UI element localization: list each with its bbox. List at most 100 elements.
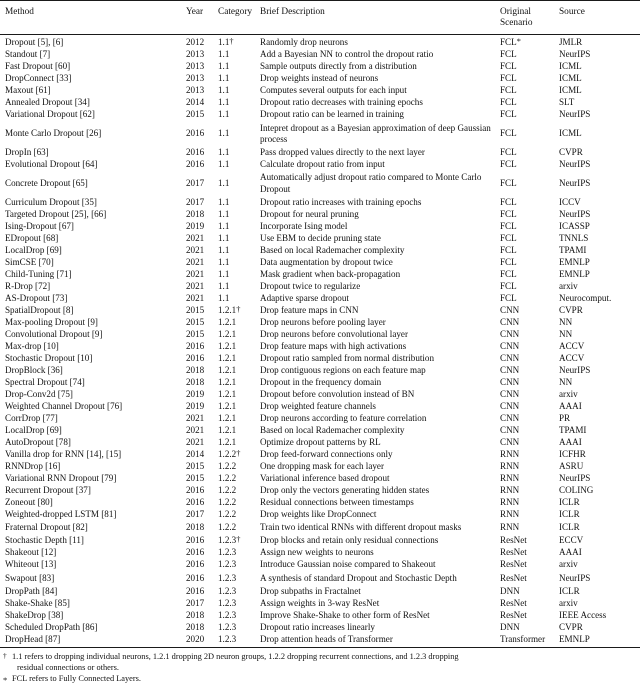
cell-source: ICFHR <box>559 448 586 459</box>
cell-description: Drop neurons before pooling layer <box>260 316 386 327</box>
column-header-method: Method <box>0 0 186 35</box>
cell-year: 2016 <box>186 484 205 495</box>
cell-year: 2017 <box>186 508 205 519</box>
cell-method: DropIn [63] <box>5 147 49 158</box>
cell-source: IEEE Access <box>559 609 607 620</box>
cell-description: Assign weights in 3-way ResNet <box>260 597 380 608</box>
cell-year: 2015 <box>186 316 205 327</box>
cell-description: Drop attention heads of Transformer <box>255 633 498 649</box>
cell-category: 1.1 <box>218 196 230 207</box>
cell-year: 2020 <box>186 633 218 649</box>
cell-category: 1.2.2 <box>218 496 237 507</box>
cell-method: Fraternal Dropout [82] <box>5 522 88 533</box>
cell-source: NN <box>559 376 573 387</box>
cell-scenario: FCL <box>500 292 517 303</box>
cell-description: Dropout twice to regularize <box>260 280 361 291</box>
cell-source: ASRU <box>559 460 584 471</box>
cell-source: NeurIPS <box>559 364 591 375</box>
cell-category: 1.2.1 <box>218 340 237 351</box>
footnote-text: FCL refers to Fully Connected Layers. <box>12 673 141 683</box>
cell-year: 2016 <box>186 147 205 158</box>
dropout-methods-table: Method Year Category Brief Description O… <box>0 0 640 649</box>
cell-year: 2021 <box>186 256 205 267</box>
cell-scenario: FCL <box>500 147 517 158</box>
cell-method: ShakeDrop [38] <box>5 609 64 620</box>
cell-method: Vanilla drop for RNN [14], [15] <box>5 448 122 459</box>
cell-year: 2013 <box>186 85 205 96</box>
cell-year: 2012 <box>186 37 205 48</box>
cell-scenario: FCL <box>500 97 517 108</box>
cell-category: 1.1 <box>218 244 230 255</box>
cell-scenario: CNN <box>500 328 520 339</box>
table-row: Concrete Dropout [65] 2017 1.1 Automaticall… <box>0 171 640 197</box>
cell-scenario: FCL* <box>500 37 521 48</box>
cell-category: 1.1 <box>218 85 230 96</box>
table-header-row: Method Year Category Brief Description O… <box>0 0 640 35</box>
cell-method: Monte Carlo Dropout [26] <box>5 128 102 139</box>
table-row: Stochastic Depth [11] 2016 1.2.3† Drop bloc… <box>0 535 640 547</box>
cell-scenario: CNN <box>500 352 520 363</box>
table-row: RNNDrop [16] 2015 1.2.2 One dropping mask f… <box>0 461 640 473</box>
cell-year: 2018 <box>186 621 205 632</box>
cell-method: Shakeout [12] <box>5 547 57 558</box>
cell-source: EMNLP <box>559 256 590 267</box>
cell-year: 2016 <box>186 585 205 596</box>
table-row: Max-pooling Dropout [9] 2015 1.2.1 Drop neu… <box>0 317 640 329</box>
cell-scenario: RNN <box>500 484 520 495</box>
cell-category: 1.2.3 <box>218 621 237 632</box>
cell-method: CorrDrop [77] <box>5 412 58 423</box>
cell-category: 1.1 <box>218 292 230 303</box>
cell-method: Dropout [5], [6] <box>5 37 64 48</box>
cell-scenario: CNN <box>500 340 520 351</box>
cell-scenario: FCL <box>500 220 517 231</box>
cell-method: Max-drop [10] <box>5 340 59 351</box>
cell-description: Automatically adjust dropout ratio compa… <box>260 172 482 194</box>
cell-scenario: FCL <box>500 280 517 291</box>
cell-source: arxiv <box>559 597 578 608</box>
table-row: Monte Carlo Dropout [26] 2016 1.1 Intepret … <box>0 121 640 147</box>
cell-year: 2016 <box>186 535 205 546</box>
cell-source: arxiv <box>559 559 578 570</box>
cell-method: DropConnect [33] <box>5 73 72 84</box>
cell-description: Dropout ratio increases linearly <box>260 621 375 632</box>
table-row: DropHead [87] 2020 1.2.3 Drop attention hea… <box>0 633 640 649</box>
cell-year: 2016 <box>186 496 205 507</box>
cell-scenario: CNN <box>500 436 520 447</box>
cell-category: 1.2.1 <box>218 364 237 375</box>
cell-method: Weighted Channel Dropout [76] <box>5 400 123 411</box>
cell-year: 2015 <box>186 460 205 471</box>
cell-year: 2018 <box>186 208 205 219</box>
cell-year: 2021 <box>186 280 205 291</box>
cell-scenario: FCL <box>500 128 517 139</box>
cell-year: 2015 <box>186 472 205 483</box>
cell-year: 2016 <box>186 559 205 570</box>
cell-source: ICLR <box>559 496 580 507</box>
cell-method: Fast Dropout [60] <box>5 61 71 72</box>
table-row: Spectral Dropout [74] 2018 1.2.1 Dropout in… <box>0 377 640 389</box>
cell-category: 1.2.3 <box>218 597 237 608</box>
footnote-reference-mark: † <box>236 304 241 314</box>
cell-source: ACCV <box>559 352 585 363</box>
cell-year: 2016 <box>186 572 205 583</box>
table-row: Drop-Conv2d [75] 2019 1.2.1 Dropout before … <box>0 389 640 401</box>
cell-description: Variational inference based dropout <box>260 472 390 483</box>
table-row: Recurrent Dropout [37] 2016 1.2.2 Drop only… <box>0 485 640 497</box>
cell-source: arxiv <box>559 388 578 399</box>
cell-year: 2019 <box>186 220 205 231</box>
table-footnotes: † 1.1 refers to dropping individual neuro… <box>0 648 640 685</box>
cell-method: Annealed Dropout [34] <box>5 97 90 108</box>
table-row: Maxout [61] 2013 1.1 Computes several outpu… <box>0 85 640 97</box>
cell-scenario: FCL <box>500 177 517 188</box>
cell-category: 1.1 <box>218 49 230 60</box>
cell-method: Spectral Dropout [74] <box>5 376 85 387</box>
cell-method: SpatialDropout [8] <box>5 304 74 315</box>
footnote-text-continuation: residual connections or others. <box>17 662 119 672</box>
cell-scenario: FCL <box>500 73 517 84</box>
cell-scenario: RNN <box>500 472 520 483</box>
table-row: Annealed Dropout [34] 2014 1.1 Dropout rati… <box>0 97 640 109</box>
cell-source: ICML <box>559 128 582 139</box>
cell-source: CVPR <box>559 147 583 158</box>
cell-method: Weighted-dropped LSTM [81] <box>5 508 117 519</box>
column-header-source: Source <box>556 0 640 35</box>
cell-method: Maxout [61] <box>5 85 51 96</box>
